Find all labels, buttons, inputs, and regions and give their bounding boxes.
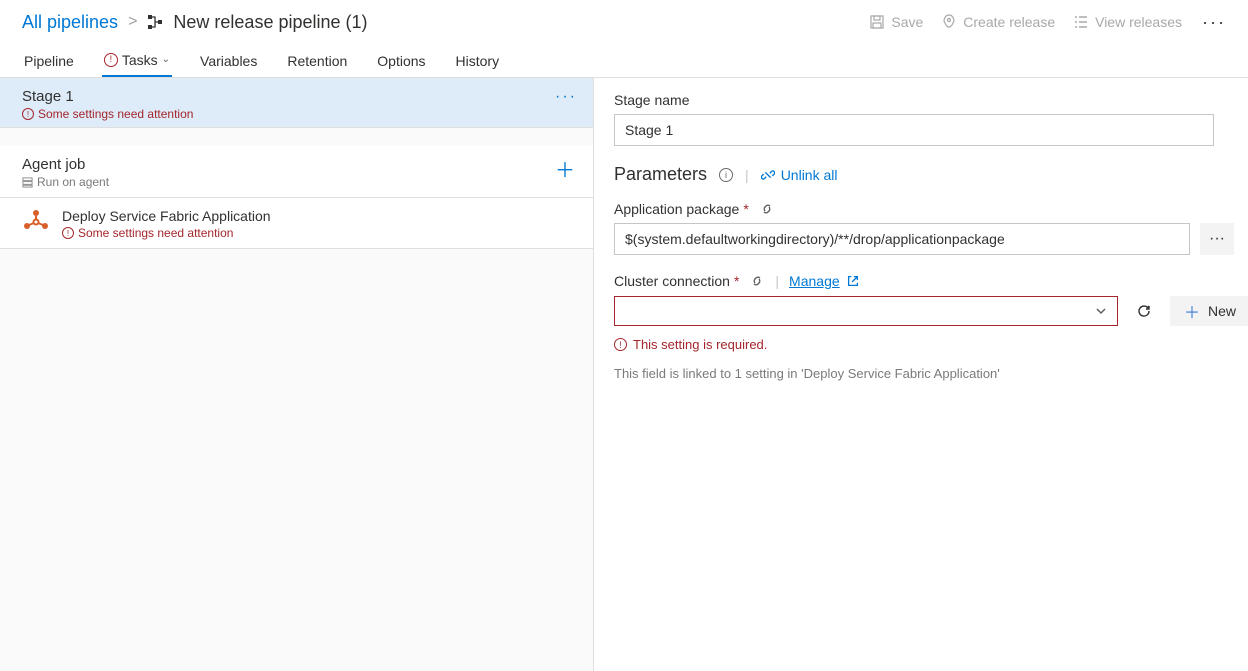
- parameters-heading: Parameters: [614, 164, 707, 185]
- list-icon: [1073, 14, 1089, 30]
- new-connection-label: New: [1208, 303, 1236, 319]
- stage-name-input[interactable]: [614, 114, 1214, 146]
- header-more-button[interactable]: ···: [1200, 12, 1228, 33]
- link-icon[interactable]: [759, 201, 775, 217]
- editor-body: Stage 1 ! Some settings need attention ·…: [0, 78, 1248, 671]
- save-button[interactable]: Save: [869, 14, 923, 30]
- rocket-icon: [941, 14, 957, 30]
- error-icon: !: [62, 227, 74, 239]
- breadcrumb-title: New release pipeline (1): [173, 12, 367, 33]
- pipeline-icon: [147, 14, 163, 30]
- header-actions: Save Create release View releases ···: [869, 12, 1228, 33]
- stage-warning: ! Some settings need attention: [22, 107, 193, 121]
- plus-icon: ＋: [1184, 299, 1200, 323]
- breadcrumb: All pipelines > New release pipeline (1): [22, 12, 368, 33]
- chevron-down-icon: [1095, 305, 1107, 317]
- cluster-connection-label: Cluster connection: [614, 273, 730, 289]
- stage-row[interactable]: Stage 1 ! Some settings need attention ·…: [0, 78, 593, 128]
- task-name: Deploy Service Fabric Application: [62, 208, 271, 224]
- unlink-icon: [761, 168, 775, 182]
- task-row[interactable]: Deploy Service Fabric Application ! Some…: [0, 198, 593, 249]
- chevron-down-icon: ⌄: [162, 54, 170, 65]
- error-icon: !: [22, 108, 34, 120]
- error-icon: !: [104, 53, 118, 67]
- application-package-field: Application package * ···: [614, 201, 1234, 255]
- view-releases-label: View releases: [1095, 14, 1182, 30]
- new-connection-button[interactable]: ＋ New: [1170, 296, 1248, 326]
- tasks-tree: Stage 1 ! Some settings need attention ·…: [0, 78, 594, 671]
- tab-pipeline[interactable]: Pipeline: [22, 44, 76, 77]
- service-fabric-icon: [22, 208, 50, 236]
- link-icon[interactable]: [749, 273, 765, 289]
- required-mark: *: [743, 201, 748, 217]
- divider: |: [745, 167, 749, 183]
- tab-tasks-label: Tasks: [122, 52, 158, 68]
- job-name: Agent job: [22, 156, 109, 173]
- breadcrumb-root-link[interactable]: All pipelines: [22, 12, 118, 33]
- editor-tabs: Pipeline ! Tasks ⌄ Variables Retention O…: [0, 44, 1248, 78]
- application-package-label: Application package: [614, 201, 739, 217]
- tab-variables[interactable]: Variables: [198, 44, 259, 77]
- stage-more-button[interactable]: ···: [555, 88, 577, 106]
- job-subtitle: Run on agent: [22, 175, 109, 189]
- cluster-connection-select[interactable]: [614, 296, 1118, 326]
- save-icon: [869, 14, 885, 30]
- tab-tasks[interactable]: ! Tasks ⌄: [102, 44, 172, 77]
- application-package-browse-button[interactable]: ···: [1200, 223, 1234, 255]
- required-error: ! This setting is required.: [614, 337, 1234, 352]
- server-icon: [22, 177, 33, 188]
- required-mark: *: [734, 273, 739, 289]
- manage-link[interactable]: Manage: [789, 273, 860, 289]
- tab-options[interactable]: Options: [375, 44, 427, 77]
- view-releases-button[interactable]: View releases: [1073, 14, 1182, 30]
- agent-job-row[interactable]: Agent job Run on agent ＋: [0, 146, 593, 198]
- create-release-label: Create release: [963, 14, 1055, 30]
- task-warning: ! Some settings need attention: [62, 226, 271, 240]
- stage-name-label: Stage name: [614, 92, 1234, 108]
- tab-retention[interactable]: Retention: [285, 44, 349, 77]
- linked-hint: This field is linked to 1 setting in 'De…: [614, 366, 1234, 381]
- properties-pane: Stage name Parameters i | Unlink all App…: [594, 78, 1248, 671]
- error-icon: !: [614, 338, 627, 351]
- refresh-icon: [1136, 303, 1152, 319]
- parameters-header: Parameters i | Unlink all: [614, 164, 1234, 185]
- refresh-button[interactable]: [1130, 295, 1158, 327]
- application-package-input[interactable]: [614, 223, 1190, 255]
- breadcrumb-separator: >: [128, 13, 137, 31]
- info-icon[interactable]: i: [719, 168, 733, 182]
- divider: |: [775, 273, 779, 289]
- stage-name: Stage 1: [22, 88, 193, 105]
- page-header: All pipelines > New release pipeline (1)…: [0, 0, 1248, 44]
- external-link-icon: [846, 274, 860, 288]
- unlink-all-link[interactable]: Unlink all: [761, 167, 838, 183]
- cluster-connection-field: Cluster connection * | Manage ＋ New: [614, 273, 1234, 381]
- tab-history[interactable]: History: [454, 44, 502, 77]
- stage-name-field: Stage name: [614, 92, 1234, 146]
- add-task-button[interactable]: ＋: [553, 156, 577, 180]
- save-button-label: Save: [891, 14, 923, 30]
- create-release-button[interactable]: Create release: [941, 14, 1055, 30]
